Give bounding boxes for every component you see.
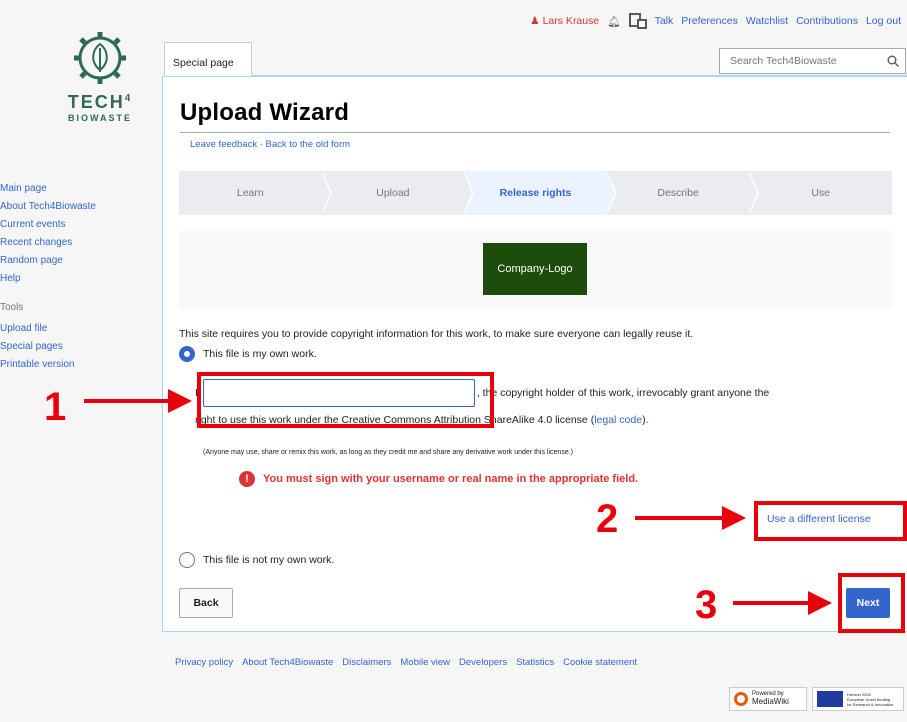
not-own-work-label[interactable]: This file is not my own work.	[203, 554, 334, 566]
logout-link[interactable]: Log out	[866, 15, 901, 27]
title-divider	[180, 132, 890, 133]
sidebar-item-recent-changes[interactable]: Recent changes	[0, 234, 160, 252]
user-icon: ♟	[530, 15, 540, 27]
sidebar-item-special-pages[interactable]: Special pages	[0, 338, 160, 356]
signature-error: ! You must sign with your username or re…	[239, 471, 638, 487]
talk-link[interactable]: Talk	[655, 15, 674, 27]
own-work-label[interactable]: This file is my own work.	[203, 348, 317, 360]
personal-toolbar: ♟ Lars Krause 🔔︎ Talk Preferences Watchl…	[530, 13, 901, 29]
legal-code-link[interactable]: legal code	[594, 414, 642, 426]
step-learn: Learn	[179, 171, 332, 215]
error-icon: !	[239, 471, 255, 487]
not-own-work-radio[interactable]	[179, 552, 195, 568]
footer-statistics[interactable]: Statistics	[516, 657, 554, 668]
step-describe: Describe	[607, 171, 760, 215]
wizard-steps: Learn Upload Release rights Describe Use	[179, 171, 892, 215]
step-release-rights: Release rights	[464, 171, 617, 215]
footer-disclaimers[interactable]: Disclaimers	[342, 657, 391, 668]
page-title: Upload Wizard	[180, 99, 350, 126]
user-name: Lars Krause	[542, 15, 600, 27]
wizard-links: Leave feedback · Back to the old form	[190, 139, 350, 150]
main-content: Upload Wizard Leave feedback · Back to t…	[162, 76, 907, 632]
footer-links: Privacy policy About Tech4Biowaste Discl…	[175, 657, 637, 668]
search-input[interactable]: Search Tech4Biowaste	[730, 55, 837, 67]
old-form-link[interactable]: Back to the old form	[266, 139, 350, 150]
annotation-label-1: 1	[44, 385, 67, 429]
own-work-radio[interactable]	[179, 346, 195, 362]
step-upload: Upload	[322, 171, 475, 215]
license-smallprint: (Anyone may use, share or remix this wor…	[203, 449, 573, 456]
mediawiki-icon	[734, 692, 748, 706]
annotation-label-3: 3	[695, 583, 718, 627]
search-icon[interactable]	[887, 55, 899, 67]
logo-title: TECH4	[67, 92, 133, 112]
file-thumbnail: Company-Logo	[483, 243, 587, 295]
sidebar-tools-heading: Tools	[0, 302, 24, 313]
sidebar: Main page About Tech4Biowaste Current ev…	[0, 180, 160, 374]
watchlist-link[interactable]: Watchlist	[746, 15, 788, 27]
footer-about[interactable]: About Tech4Biowaste	[242, 657, 333, 668]
rights-notice: This site requires you to provide copyri…	[179, 328, 694, 340]
eu-flag-icon	[817, 691, 843, 707]
leave-feedback-link[interactable]: Leave feedback	[190, 139, 257, 150]
sidebar-item-printable-version[interactable]: Printable version	[0, 356, 160, 374]
site-logo[interactable]: TECH4 BIOWASTE	[40, 30, 160, 123]
file-preview: Company-Logo	[179, 231, 892, 309]
footer-privacy[interactable]: Privacy policy	[175, 657, 233, 668]
user-link[interactable]: ♟ Lars Krause	[530, 15, 599, 27]
sidebar-item-current-events[interactable]: Current events	[0, 216, 160, 234]
sidebar-item-about[interactable]: About Tech4Biowaste	[0, 198, 160, 216]
bell-icon[interactable]: 🔔︎	[607, 15, 620, 28]
tab-special-page[interactable]: Special page	[164, 42, 252, 76]
footer-mobile-view[interactable]: Mobile view	[400, 657, 450, 668]
footer-cookie[interactable]: Cookie statement	[563, 657, 637, 668]
sidebar-item-random-page[interactable]: Random page	[0, 252, 160, 270]
sidebar-item-upload-file[interactable]: Upload file	[0, 320, 160, 338]
annotation-label-2: 2	[596, 497, 619, 541]
step-use: Use	[811, 187, 831, 199]
link-separator: ·	[259, 139, 263, 150]
logo-subtitle: BIOWASTE	[67, 113, 132, 123]
sidebar-item-help[interactable]: Help	[0, 270, 160, 288]
preferences-link[interactable]: Preferences	[681, 15, 738, 27]
gear-leaf-icon	[74, 32, 126, 84]
footer-developers[interactable]: Developers	[459, 657, 507, 668]
back-button[interactable]: Back	[179, 588, 233, 618]
notices-icon[interactable]	[628, 13, 647, 29]
eu-funding-badge[interactable]: Horizon 2020 European Union funding for Re…	[812, 687, 904, 711]
sidebar-item-main-page[interactable]: Main page	[0, 180, 160, 198]
annotation-box-3	[838, 573, 905, 633]
annotation-box-1	[197, 372, 494, 428]
contributions-link[interactable]: Contributions	[796, 15, 858, 27]
powered-by-mediawiki-badge[interactable]: Powered by MediaWiki	[729, 687, 807, 711]
annotation-box-2	[754, 501, 907, 541]
search-box[interactable]: Search Tech4Biowaste	[719, 48, 906, 74]
